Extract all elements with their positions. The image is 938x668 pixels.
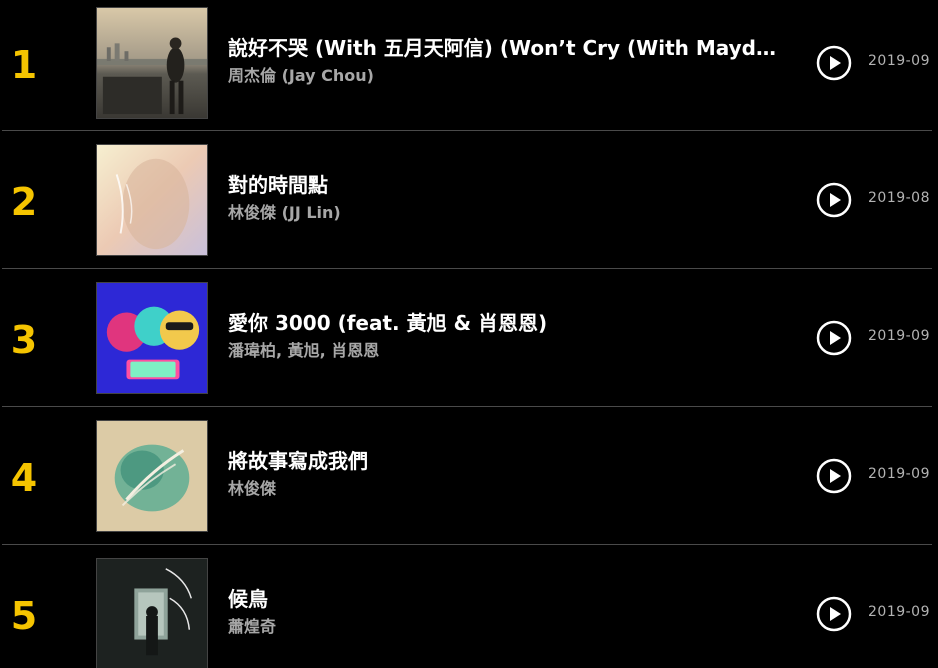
play-circle-icon — [816, 182, 852, 218]
track-title[interactable]: 將故事寫成我們 — [228, 449, 794, 473]
track-artist[interactable]: 蕭煌奇 — [228, 617, 788, 636]
rank-number: 3 — [10, 318, 38, 362]
play-circle-icon — [816, 320, 852, 356]
album-cover[interactable] — [96, 7, 208, 119]
rank-number: 2 — [10, 180, 38, 224]
album-cover[interactable] — [96, 558, 208, 668]
track-title[interactable]: 候鳥 — [228, 587, 794, 611]
release-date: 2019-09 — [868, 53, 930, 69]
row-divider — [2, 130, 932, 131]
chart-list: 1 說好不哭 (With 五月天阿信) (Won’t Cry (With May… — [0, 0, 938, 668]
release-date: 2019-09 — [868, 466, 930, 482]
row-divider — [2, 268, 932, 269]
track-row[interactable]: 4 將故事寫成我們 林俊傑 2019-09 — [0, 413, 938, 550]
track-artist[interactable]: 周杰倫 (Jay Chou) — [228, 66, 788, 85]
play-button[interactable] — [816, 458, 852, 494]
play-button[interactable] — [816, 45, 852, 81]
play-circle-icon — [816, 596, 852, 632]
track-row[interactable]: 5 候鳥 蕭煌奇 2019-09 — [0, 551, 938, 668]
rank-number: 1 — [10, 43, 38, 87]
play-button[interactable] — [816, 182, 852, 218]
release-date: 2019-09 — [868, 328, 930, 344]
track-row[interactable]: 3 愛你 3000 (feat. 黃旭 & 肖恩恩) 潘瑋柏, 黃旭, 肖恩恩 … — [0, 275, 938, 412]
track-title[interactable]: 對的時間點 — [228, 173, 794, 197]
track-row[interactable]: 2 對的時間點 林俊傑 (JJ Lin) 2019-08 — [0, 137, 938, 274]
track-row[interactable]: 1 說好不哭 (With 五月天阿信) (Won’t Cry (With May… — [0, 0, 938, 137]
play-button[interactable] — [816, 320, 852, 356]
album-cover[interactable] — [96, 420, 208, 532]
track-title[interactable]: 愛你 3000 (feat. 黃旭 & 肖恩恩) — [228, 311, 794, 335]
row-divider — [2, 406, 932, 407]
album-cover[interactable] — [96, 144, 208, 256]
album-cover[interactable] — [96, 282, 208, 394]
track-title[interactable]: 說好不哭 (With 五月天阿信) (Won’t Cry (With Mayd… — [228, 36, 794, 60]
release-date: 2019-08 — [868, 190, 930, 206]
rank-number: 5 — [10, 594, 38, 638]
row-divider — [2, 544, 932, 545]
release-date: 2019-09 — [868, 604, 930, 620]
track-artist[interactable]: 林俊傑 — [228, 479, 788, 498]
play-circle-icon — [816, 45, 852, 81]
play-button[interactable] — [816, 596, 852, 632]
play-circle-icon — [816, 458, 852, 494]
track-artist[interactable]: 潘瑋柏, 黃旭, 肖恩恩 — [228, 341, 788, 360]
track-artist[interactable]: 林俊傑 (JJ Lin) — [228, 203, 788, 222]
rank-number: 4 — [10, 456, 38, 500]
